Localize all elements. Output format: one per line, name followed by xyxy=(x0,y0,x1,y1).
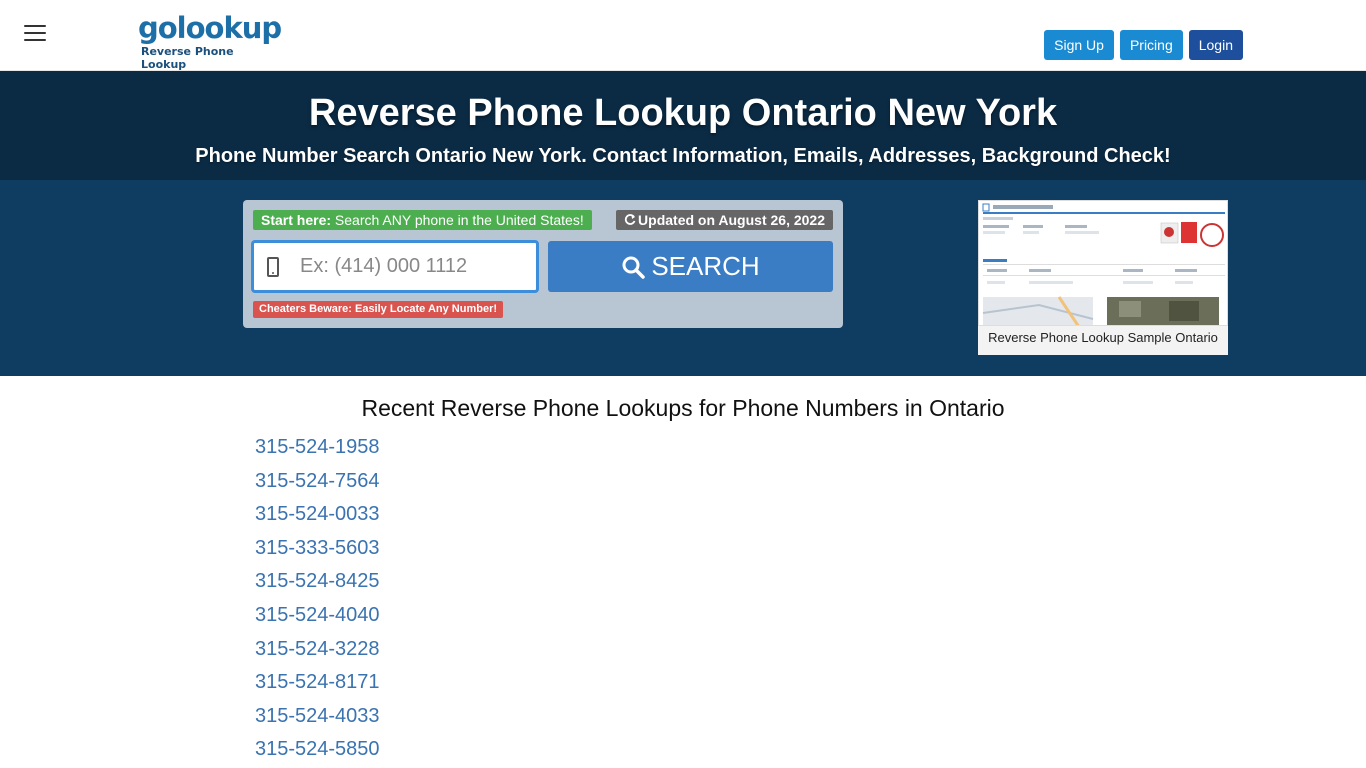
mobile-phone-icon xyxy=(267,257,279,277)
page-title: Reverse Phone Lookup Ontario New York xyxy=(308,92,1058,134)
hero-search-band: Start here: Search ANY phone in the Unit… xyxy=(0,180,1366,376)
login-button[interactable]: Login xyxy=(1188,30,1243,60)
sample-report-thumbnail xyxy=(979,201,1227,325)
list-item: 315-524-8425 xyxy=(255,567,380,601)
pricing-button[interactable]: Pricing xyxy=(1119,30,1183,60)
sample-report-card[interactable]: Reverse Phone Lookup Sample Ontario xyxy=(978,200,1228,355)
search-button-label: SEARCH xyxy=(651,251,760,281)
start-here-text: Search ANY phone in the United States! xyxy=(334,212,584,228)
golookup-logo[interactable]: golookup Reverse Phone Lookup xyxy=(138,11,282,71)
phone-link[interactable]: 315-524-4033 xyxy=(255,705,380,727)
phone-link[interactable]: 315-524-7564 xyxy=(255,470,380,492)
sign-up-button[interactable]: Sign Up xyxy=(1044,30,1114,60)
account-buttons: Sign Up Pricing Login xyxy=(1044,30,1243,60)
list-item: 315-524-4040 xyxy=(255,601,380,635)
recent-lookups-heading: Recent Reverse Phone Lookups for Phone N… xyxy=(361,395,1005,421)
recent-phone-list: 315-524-1958 315-524-7564 315-524-0033 3… xyxy=(255,433,380,768)
cheaters-beware-badge: Cheaters Beware: Easily Locate Any Numbe… xyxy=(253,301,504,318)
list-item: 315-524-8171 xyxy=(255,668,380,702)
list-item: 315-524-7564 xyxy=(255,467,380,501)
updated-date-text: Updated on August 26, 2022 xyxy=(638,212,825,228)
sample-report-image[interactable] xyxy=(978,200,1228,326)
phone-link[interactable]: 315-524-3228 xyxy=(255,638,380,660)
page-subtitle: Phone Number Search Ontario New York. Co… xyxy=(195,145,1171,167)
phone-search-input[interactable] xyxy=(300,251,530,281)
sample-report-caption: Reverse Phone Lookup Sample Ontario xyxy=(988,330,1218,345)
list-item: 315-524-0033 xyxy=(255,500,380,534)
updated-date-badge: Updated on August 26, 2022 xyxy=(616,210,833,230)
search-icon xyxy=(622,256,646,279)
top-navigation-bar: golookup Reverse Phone Lookup Sign Up Pr… xyxy=(0,0,1366,71)
start-here-badge: Start here: Search ANY phone in the Unit… xyxy=(253,210,592,230)
search-button[interactable]: SEARCH xyxy=(548,241,833,292)
search-panel: Start here: Search ANY phone in the Unit… xyxy=(243,200,843,328)
phone-link[interactable]: 315-524-0033 xyxy=(255,503,380,525)
logo-tagline: Reverse Phone Lookup xyxy=(141,45,234,71)
list-item: 315-524-5850 xyxy=(255,735,380,768)
phone-link[interactable]: 315-524-8171 xyxy=(255,671,380,693)
list-item: 315-524-1958 xyxy=(255,433,380,467)
list-item: 315-524-3228 xyxy=(255,635,380,669)
phone-link[interactable]: 315-524-5850 xyxy=(255,738,380,760)
list-item: 315-524-4033 xyxy=(255,702,380,736)
phone-link[interactable]: 315-333-5603 xyxy=(255,537,380,559)
phone-link[interactable]: 315-524-1958 xyxy=(255,436,380,458)
list-item: 315-333-5603 xyxy=(255,534,380,568)
phone-link[interactable]: 315-524-8425 xyxy=(255,570,380,592)
logo-wordmark: golookup xyxy=(138,11,282,45)
hero-title-band: Reverse Phone Lookup Ontario New York Ph… xyxy=(0,71,1366,180)
start-here-label: Start here: xyxy=(261,212,332,228)
refresh-icon xyxy=(624,214,636,225)
menu-hamburger-icon[interactable] xyxy=(24,22,46,44)
phone-link[interactable]: 315-524-4040 xyxy=(255,604,380,626)
phone-input-box xyxy=(251,240,539,293)
